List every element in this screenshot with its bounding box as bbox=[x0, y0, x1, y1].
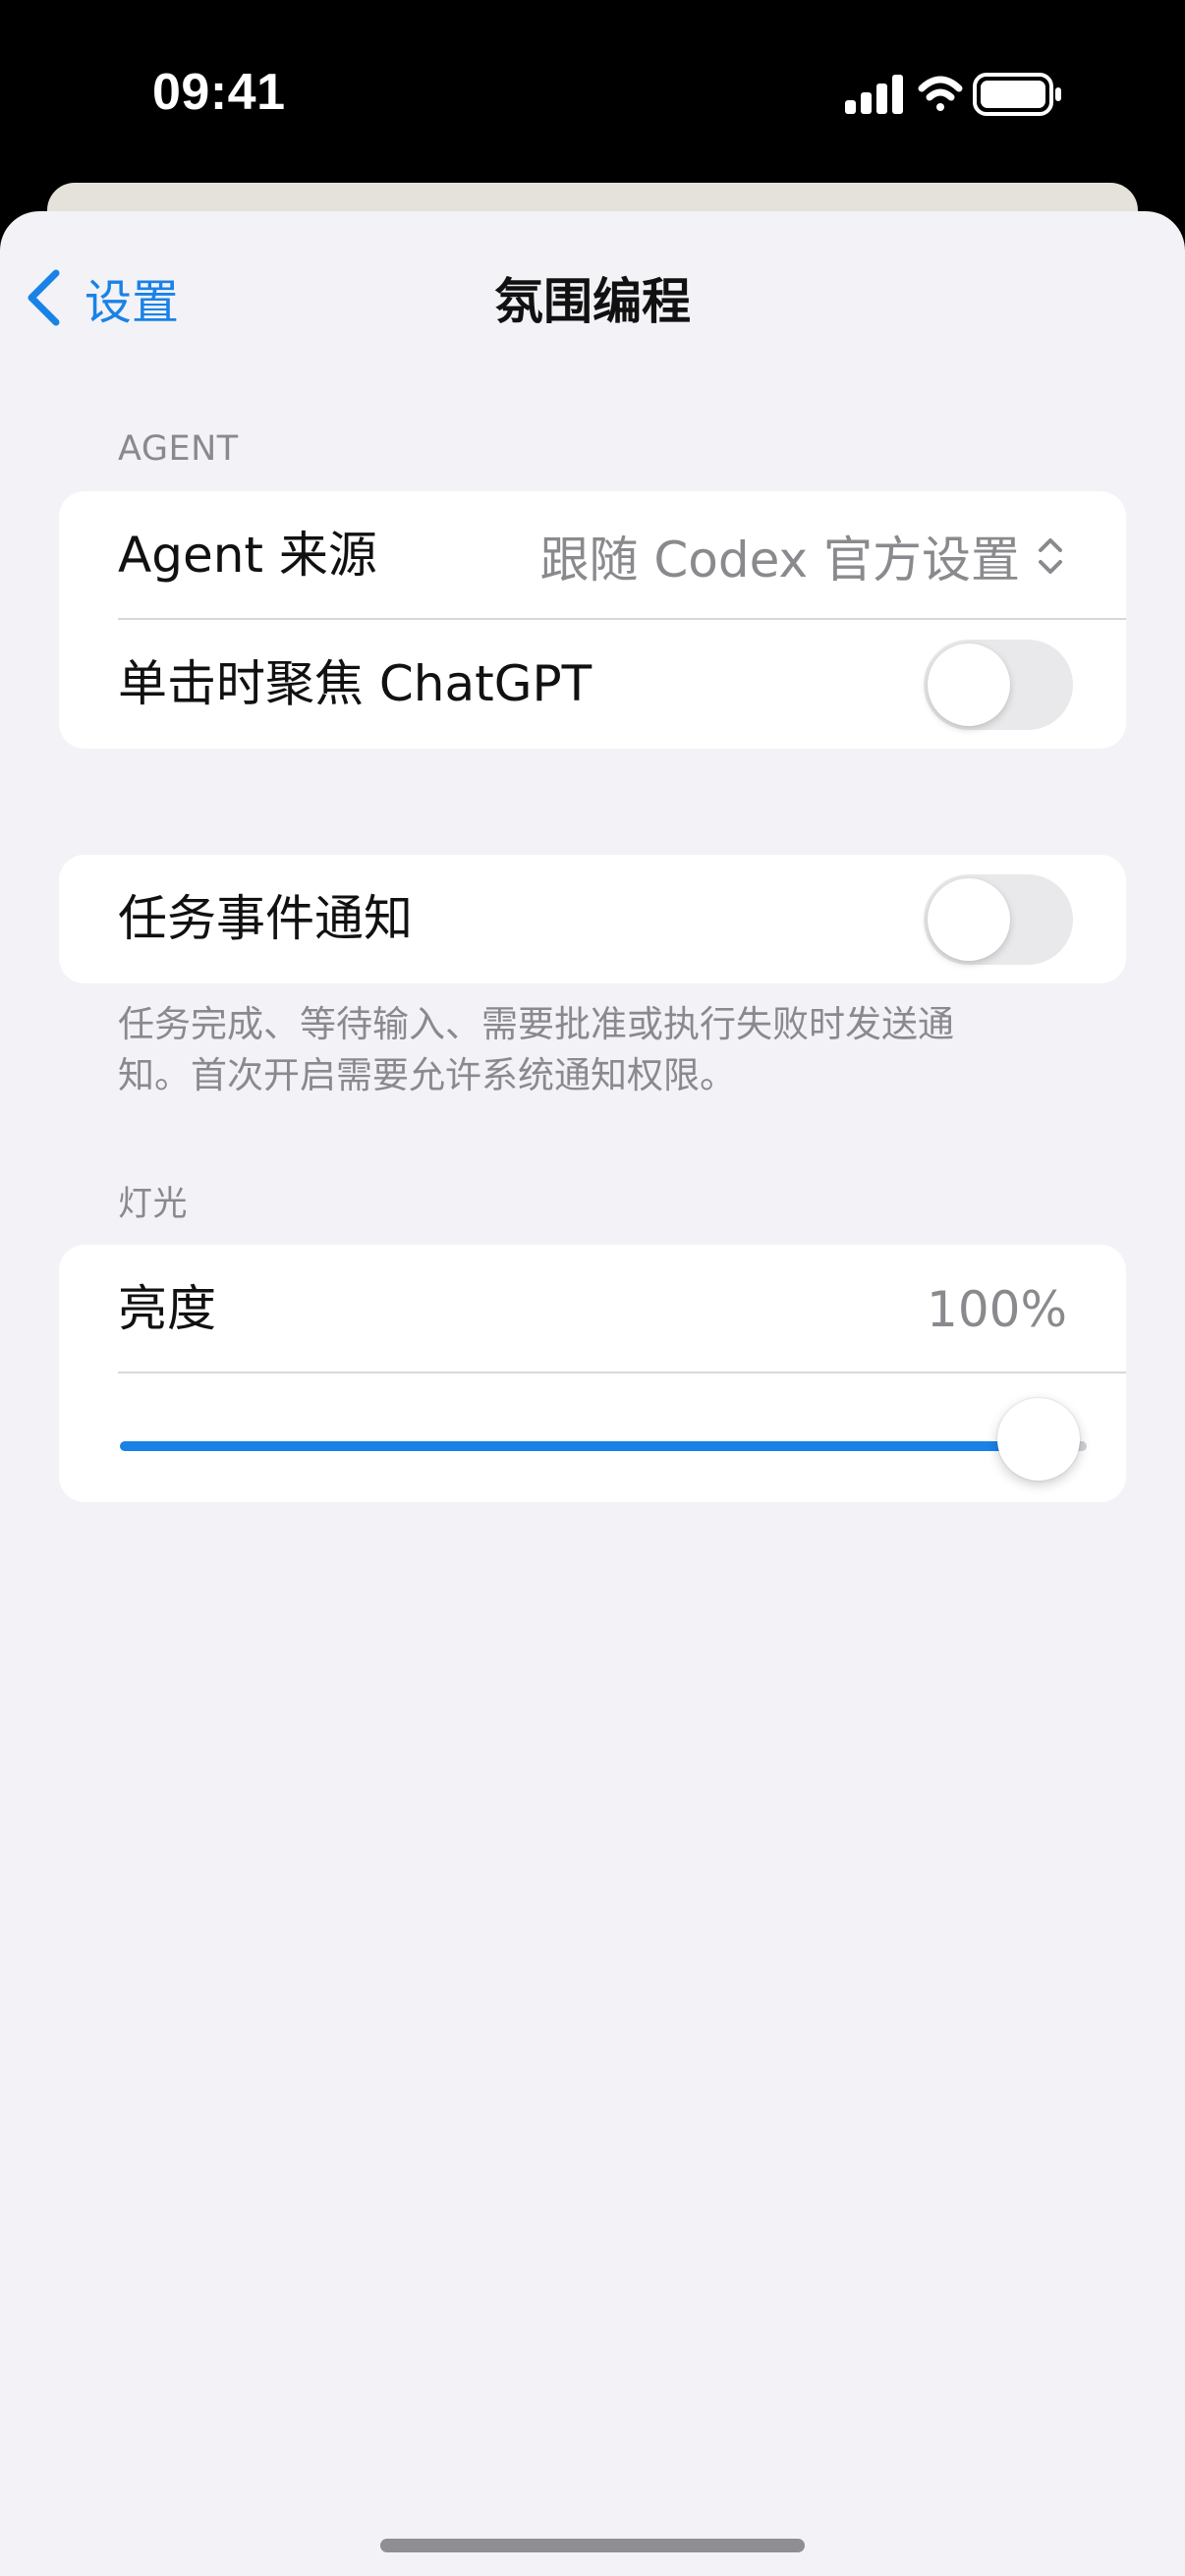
status-time: 09:41 bbox=[152, 64, 286, 121]
agent-source-value-text: 跟随 Codex 官方设置 bbox=[539, 531, 1020, 588]
home-indicator bbox=[380, 2539, 805, 2552]
brightness-slider-thumb[interactable] bbox=[997, 1398, 1080, 1481]
cellular-signal-icon bbox=[845, 75, 903, 114]
brightness-label: 亮度 bbox=[118, 1280, 216, 1337]
focus-chatgpt-label: 单击时聚焦 ChatGPT bbox=[118, 655, 592, 712]
task-notify-toggle[interactable] bbox=[924, 874, 1073, 965]
status-icons bbox=[845, 69, 1081, 124]
brightness-slider[interactable] bbox=[120, 1441, 1087, 1451]
wifi-icon bbox=[918, 76, 963, 111]
brightness-slider-fill bbox=[120, 1441, 1039, 1451]
light-card: 亮度 100% bbox=[59, 1245, 1126, 1502]
notify-footer-note: 任务完成、等待输入、需要批准或执行失败时发送通知。首次开启需要允许系统通知权限。 bbox=[118, 1003, 954, 1096]
status-bar: 09:41 bbox=[0, 0, 1185, 187]
page-title: 氛围编程 bbox=[494, 273, 691, 330]
toggle-knob bbox=[928, 644, 1010, 726]
task-notify-label: 任务事件通知 bbox=[118, 890, 413, 947]
focus-chatgpt-row: 单击时聚焦 ChatGPT bbox=[59, 620, 1126, 749]
settings-sheet: 设置 氛围编程 AGENT Agent 来源 跟随 Codex 官方设置 单击时… bbox=[0, 211, 1185, 2576]
divider bbox=[118, 1372, 1126, 1373]
notify-card: 任务事件通知 bbox=[59, 855, 1126, 983]
focus-chatgpt-toggle[interactable] bbox=[924, 640, 1073, 730]
chevron-up-down-icon bbox=[1039, 537, 1062, 574]
battery-icon bbox=[973, 73, 1061, 116]
agent-section-header: AGENT bbox=[118, 429, 239, 469]
agent-source-row[interactable]: Agent 来源 跟随 Codex 官方设置 bbox=[59, 491, 1126, 620]
agent-source-label: Agent 来源 bbox=[118, 527, 377, 584]
agent-card: Agent 来源 跟随 Codex 官方设置 单击时聚焦 ChatGPT bbox=[59, 491, 1126, 749]
agent-source-value[interactable]: 跟随 Codex 官方设置 bbox=[539, 491, 1067, 620]
brightness-row: 亮度 100% bbox=[59, 1245, 1126, 1373]
light-section-header: 灯光 bbox=[118, 1185, 189, 1224]
brightness-value: 100% bbox=[927, 1280, 1067, 1338]
task-notify-row: 任务事件通知 bbox=[59, 855, 1126, 983]
toggle-knob bbox=[928, 878, 1010, 961]
